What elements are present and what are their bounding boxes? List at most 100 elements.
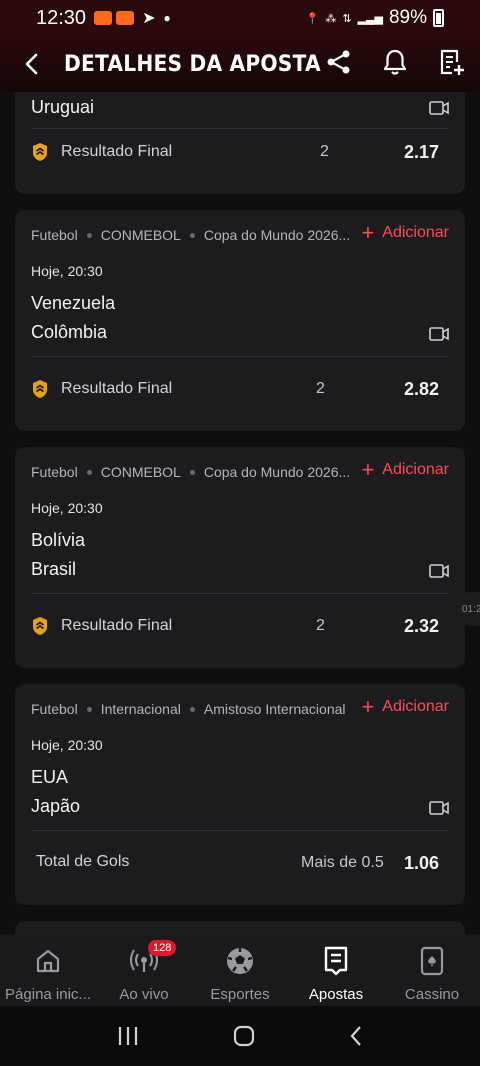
- event-meta: Futebol CONMEBOL Copa do Mundo 2026...: [31, 227, 350, 243]
- nav-home-label: Página inic...: [5, 986, 91, 1003]
- event-date: Hoje, 20:30: [31, 737, 103, 753]
- add-button[interactable]: + Adicionar: [361, 694, 449, 719]
- location-icon: 📍: [305, 12, 320, 25]
- add-button[interactable]: + Adicionar: [361, 220, 449, 245]
- sport-label: Futebol: [31, 464, 78, 480]
- meta-separator: [86, 706, 92, 712]
- app-header: DETALHES DA APOSTA: [0, 36, 480, 92]
- recording-icon: [94, 11, 113, 25]
- home-circle-icon[interactable]: [233, 1025, 255, 1047]
- sport-label: Futebol: [31, 227, 78, 243]
- event-date: Hoje, 20:30: [31, 263, 103, 279]
- home-icon: [36, 949, 60, 973]
- selection-card: Uruguai Resultado Final 2 2.17: [15, 92, 465, 194]
- market-row: Total de Gols: [36, 853, 129, 871]
- region-label: CONMEBOL: [100, 464, 181, 480]
- divider: [31, 356, 449, 357]
- nav-sports-label: Esportes: [210, 986, 270, 1003]
- plus-icon: +: [361, 694, 375, 719]
- live-count-badge: 128: [148, 940, 177, 956]
- shield-rank-icon: [33, 143, 47, 161]
- away-team: Brasil: [31, 559, 77, 579]
- competition-label: Copa do Mundo 2026...: [203, 227, 351, 243]
- odd-value: 1.06: [403, 853, 439, 873]
- event-meta: Futebol CONMEBOL Copa do Mundo 2026...: [31, 464, 350, 480]
- meta-separator: [189, 469, 195, 475]
- divider: [31, 830, 449, 831]
- plus-icon: +: [361, 220, 375, 245]
- nav-home[interactable]: Página inic...: [0, 934, 96, 1006]
- camera-recording-icon: [116, 11, 135, 25]
- selection-card: [15, 921, 465, 934]
- nav-bets-label: Apostas: [308, 986, 364, 1003]
- home-team: Venezuela: [31, 293, 116, 313]
- meta-separator: [86, 232, 92, 238]
- selection-card: Futebol CONMEBOL Copa do Mundo 2026... +…: [15, 447, 465, 668]
- event-meta: Futebol Internacional Amistoso Internaci…: [31, 701, 346, 717]
- video-icon[interactable]: [429, 327, 449, 341]
- add-to-betslip-icon[interactable]: [438, 48, 466, 76]
- selection-value: 2: [316, 617, 325, 634]
- away-team: Colômbia: [31, 322, 108, 342]
- battery-percentage: 89%: [388, 7, 427, 28]
- meta-separator: [189, 706, 195, 712]
- shield-rank-icon: [33, 617, 47, 635]
- status-bar: 12:30 ➤ ● 📍 ⁂ ⇅ ▂▃▅ 89%: [0, 0, 480, 36]
- sport-label: Futebol: [31, 701, 78, 717]
- timer-text: 01:27: [462, 603, 480, 615]
- market-row: Resultado Final: [31, 142, 172, 162]
- selection-value: 2: [320, 143, 329, 160]
- page-title: DETALHES DA APOSTA: [64, 51, 321, 77]
- competition-label: Copa do Mundo 2026...: [203, 464, 351, 480]
- market-name: Total de Gols: [36, 853, 130, 870]
- odd-value: 2.82: [403, 379, 439, 399]
- back-button[interactable]: [0, 53, 64, 75]
- meta-separator: [189, 232, 195, 238]
- volte-icon: ⁂: [325, 12, 337, 25]
- floating-timer[interactable]: 01:27: [454, 592, 480, 626]
- odd-value: 2.17: [403, 142, 439, 162]
- region-label: Internacional: [100, 701, 181, 717]
- bell-icon[interactable]: [382, 48, 408, 76]
- telegram-icon: ➤: [142, 10, 156, 27]
- back-nav-icon[interactable]: [349, 1025, 363, 1047]
- selection-value: 2: [316, 380, 325, 397]
- nav-bets[interactable]: Apostas: [288, 934, 384, 1006]
- add-button[interactable]: + Adicionar: [361, 457, 449, 482]
- market-name: Resultado Final: [61, 380, 173, 397]
- recent-apps-icon[interactable]: [117, 1026, 139, 1046]
- soccer-ball-icon: [227, 948, 253, 974]
- home-team: EUA: [31, 767, 69, 787]
- system-navigation-bar: [0, 1006, 480, 1066]
- away-team: Japão: [31, 796, 81, 816]
- add-button-label: Adicionar: [382, 224, 449, 241]
- nav-sports[interactable]: Esportes: [192, 934, 288, 1006]
- plus-icon: +: [361, 457, 375, 482]
- video-icon[interactable]: [429, 564, 449, 578]
- video-icon[interactable]: [429, 801, 449, 815]
- divider: [31, 128, 449, 129]
- nav-live[interactable]: 128 Ao vivo: [96, 934, 192, 1006]
- home-team: Bolívia: [31, 530, 86, 550]
- selection-value: Mais de 0.5: [301, 854, 384, 871]
- selection-card: Futebol CONMEBOL Copa do Mundo 2026... +…: [15, 210, 465, 431]
- battery-icon: [433, 9, 444, 27]
- market-name: Resultado Final: [61, 617, 173, 634]
- nav-casino[interactable]: Cassino: [384, 934, 480, 1006]
- divider: [31, 593, 449, 594]
- chevron-left-icon: [25, 53, 38, 75]
- region-label: CONMEBOL: [100, 227, 181, 243]
- bottom-navigation: Página inic... 128 Ao vivo Esportes Apos…: [0, 934, 480, 1006]
- video-icon[interactable]: [429, 101, 449, 115]
- odd-value: 2.32: [403, 616, 439, 636]
- bet-details-list[interactable]: Uruguai Resultado Final 2 2.17 Futebol C…: [0, 92, 480, 934]
- network-icon: ⇅: [342, 12, 352, 25]
- add-button-label: Adicionar: [382, 461, 449, 478]
- share-icon[interactable]: [326, 49, 352, 75]
- event-date: Hoje, 20:30: [31, 500, 103, 516]
- notification-dot-icon: ●: [163, 11, 171, 25]
- market-row: Resultado Final: [31, 616, 172, 636]
- nav-casino-label: Cassino: [404, 986, 460, 1003]
- nav-live-label: Ao vivo: [119, 986, 169, 1003]
- team-name: Uruguai: [31, 97, 95, 117]
